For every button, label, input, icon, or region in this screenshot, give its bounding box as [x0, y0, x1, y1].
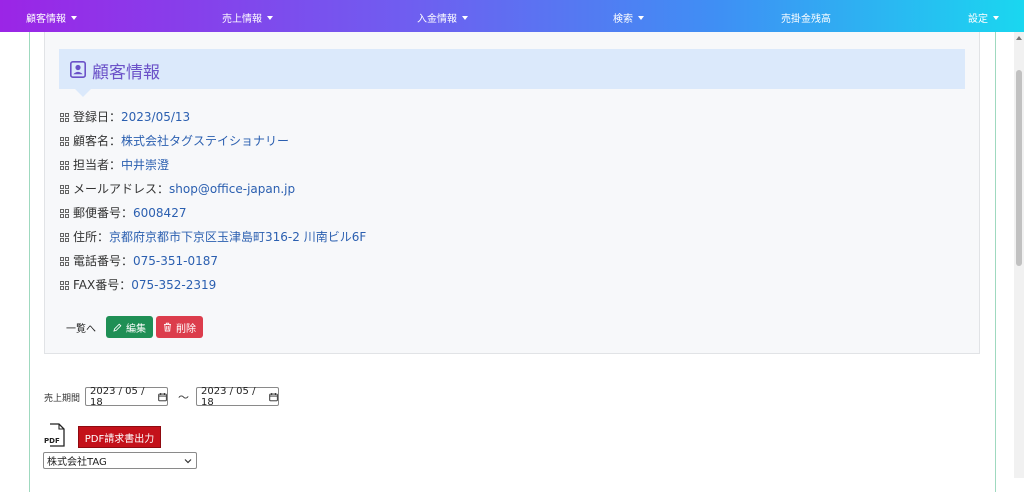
field-value: 075-351-0187 [133, 253, 219, 268]
scroll-up-arrow-icon[interactable] [1016, 36, 1022, 40]
delete-button-label: 削除 [176, 323, 196, 335]
edit-button-label: 編集 [126, 323, 146, 335]
edit-button[interactable]: 編集 [106, 316, 153, 338]
nav-receivables-balance[interactable]: 売掛金残高 [781, 10, 831, 25]
nav-customer-info-label: 顧客情報 [26, 14, 66, 25]
page-scrollbar[interactable] [1014, 32, 1024, 478]
field-label: メールアドレス： [73, 182, 170, 196]
field-label: 住所： [73, 230, 110, 244]
field-label: 電話番号： [73, 254, 134, 268]
nav-customer-info[interactable]: 顧客情報 [26, 10, 77, 25]
field-registration-date: 登録日： 2023/05/13 [60, 108, 190, 125]
calendar-icon[interactable] [158, 392, 167, 402]
customer-select[interactable]: 株式会社TAG [43, 452, 197, 469]
pdf-invoice-button[interactable]: PDF請求書出力 [78, 426, 161, 448]
back-to-list-link[interactable]: 一覧へ [66, 320, 96, 335]
field-label: 登録日： [73, 110, 122, 124]
grid-icon [60, 257, 69, 266]
field-label: 郵便番号： [73, 206, 134, 220]
field-label: 担当者： [73, 158, 122, 172]
delete-button[interactable]: 削除 [156, 316, 203, 338]
nav-settings[interactable]: 設定 [968, 10, 999, 25]
grid-icon [60, 209, 69, 218]
nav-payment-info-label: 入金情報 [417, 14, 457, 25]
nav-settings-label: 設定 [968, 14, 988, 25]
field-value: 6008427 [133, 205, 187, 220]
field-email: メールアドレス： shop@office-japan.jp [60, 180, 295, 197]
top-navbar: 顧客情報 売上情報 入金情報 検索 売掛金残高 設定 [0, 0, 1024, 32]
field-label: 顧客名： [73, 134, 122, 148]
scrollbar-thumb[interactable] [1016, 70, 1022, 266]
field-value: 中井崇澄 [121, 158, 170, 172]
grid-icon [60, 137, 69, 146]
field-customer-name: 顧客名： 株式会社タグステイショナリー [60, 132, 289, 149]
contact-card-icon [70, 61, 86, 78]
chevron-down-icon [184, 459, 192, 464]
field-value: 株式会社タグステイショナリー [121, 134, 290, 148]
grid-icon [60, 161, 69, 170]
pencil-icon [113, 323, 122, 332]
pdf-icon-text: PDF [44, 437, 60, 445]
field-label: FAX番号： [73, 278, 132, 292]
chevron-down-icon [993, 15, 999, 20]
grid-icon [60, 281, 69, 290]
range-separator: 〜 [178, 391, 189, 404]
sales-period-label: 売上期間 [44, 394, 81, 404]
pdf-file-icon: PDF [44, 423, 65, 447]
date-from-value: 2023 / 05 / 18 [90, 385, 145, 408]
field-phone: 電話番号： 075-351-0187 [60, 252, 218, 269]
date-to-value: 2023 / 05 / 18 [201, 385, 256, 408]
field-value: shop@office-japan.jp [169, 181, 296, 196]
field-value: 京都府京都市下京区玉津島町316-2 川南ビル6F [109, 230, 367, 244]
nav-sales-info-label: 売上情報 [222, 14, 262, 25]
grid-icon [60, 113, 69, 122]
customer-card-title: 顧客情報 [92, 63, 160, 83]
grid-icon [60, 185, 69, 194]
field-value: 075-352-2319 [131, 277, 217, 292]
field-address: 住所： 京都府京都市下京区玉津島町316-2 川南ビル6F [60, 228, 366, 245]
field-person-in-charge: 担当者： 中井崇澄 [60, 156, 169, 173]
date-to-input[interactable]: 2023 / 05 / 18 [196, 385, 279, 408]
field-value: 2023/05/13 [121, 109, 191, 124]
chevron-down-icon [462, 15, 468, 20]
field-postal-code: 郵便番号： 6008427 [60, 204, 186, 221]
nav-search-label: 検索 [613, 14, 633, 25]
chevron-down-icon [638, 15, 644, 20]
customer-card-header: 顧客情報 [59, 49, 965, 97]
calendar-icon[interactable] [269, 392, 278, 402]
date-from-input[interactable]: 2023 / 05 / 18 [85, 385, 168, 408]
nav-payment-info[interactable]: 入金情報 [417, 10, 468, 25]
nav-sales-info[interactable]: 売上情報 [222, 10, 273, 25]
nav-search[interactable]: 検索 [613, 10, 644, 25]
nav-receivables-balance-label: 売掛金残高 [781, 14, 831, 25]
customer-select-value: 株式会社TAG [47, 457, 107, 468]
chevron-down-icon [71, 15, 77, 20]
grid-icon [60, 233, 69, 242]
trash-icon [164, 322, 171, 332]
field-fax: FAX番号： 075-352-2319 [60, 276, 216, 293]
chevron-down-icon [267, 15, 273, 20]
